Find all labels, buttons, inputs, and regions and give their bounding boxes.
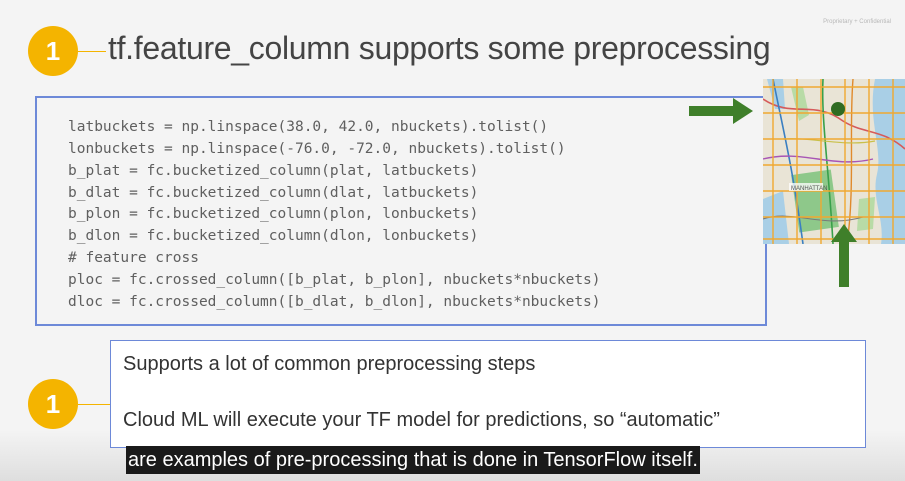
code-line: # feature cross: [68, 250, 199, 266]
info-line-1: Supports a lot of common preprocessing s…: [123, 353, 536, 375]
manhattan-map: MANHATTAN: [763, 79, 905, 244]
code-line: b_dlon = fc.bucketized_column(dlon, lonb…: [68, 228, 479, 244]
code-line: b_dlat = fc.bucketized_column(dlat, latb…: [68, 185, 479, 201]
code-block: latbuckets = np.linspace(38.0, 42.0, nbu…: [35, 96, 767, 326]
right-arrow-icon: [689, 98, 753, 124]
confidential-watermark: Proprietary + Confidential: [823, 19, 891, 25]
code-line: b_plat = fc.bucketized_column(plat, latb…: [68, 163, 479, 179]
code-line: lonbuckets = np.linspace(-76.0, -72.0, n…: [68, 141, 566, 157]
step-badge-bottom: 1: [28, 379, 78, 429]
slide-title: tf.feature_column supports some preproce…: [108, 30, 771, 66]
badge-connector-top: [78, 51, 106, 52]
code-line: latbuckets = np.linspace(38.0, 42.0, nbu…: [68, 119, 549, 135]
step-badge-top: 1: [28, 26, 78, 76]
code-line: ploc = fc.crossed_column([b_plat, b_plon…: [68, 272, 601, 288]
code-line: b_plon = fc.bucketized_column(plon, lonb…: [68, 206, 479, 222]
location-pin-icon: [831, 102, 845, 116]
code-line: dloc = fc.crossed_column([b_dlat, b_dlon…: [68, 294, 601, 310]
subtitle-caption: are examples of pre-processing that is d…: [126, 446, 700, 474]
map-image: MANHATTAN: [763, 79, 905, 244]
info-line-2: Cloud ML will execute your TF model for …: [123, 409, 720, 431]
up-arrow-icon: [831, 224, 857, 287]
map-label: MANHATTAN: [791, 186, 827, 192]
badge-connector-bottom: [78, 404, 110, 405]
info-box: Supports a lot of common preprocessing s…: [110, 340, 866, 448]
